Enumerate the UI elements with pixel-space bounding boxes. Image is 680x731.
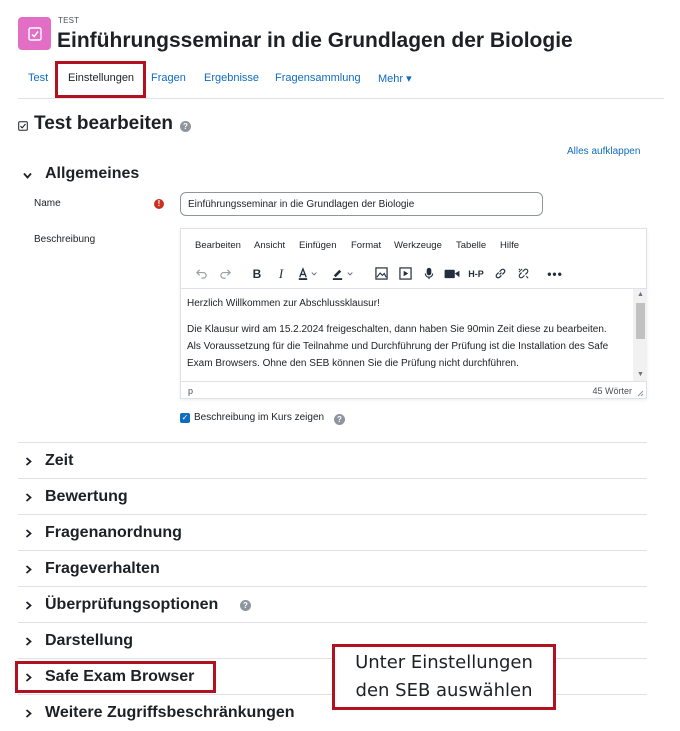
editor-statusbar: p 45 Wörter [181,381,646,399]
divider [18,586,647,587]
expand-all-link[interactable]: Alles aufklappen [567,146,640,157]
help-icon[interactable]: ? [334,414,345,425]
menu-werkzeuge[interactable]: Werkzeuge [394,240,442,251]
name-input[interactable] [180,192,543,216]
show-description-label: Beschreibung im Kurs zeigen [194,412,325,423]
annotation-callout: Unter Einstellungen den SEB auswählen [332,644,556,710]
unlink-icon[interactable] [516,266,530,281]
description-label: Beschreibung [34,234,96,245]
section-header-weitere-zugriffsbeschraenkungen[interactable]: Weitere Zugriffsbeschränkungen [45,704,295,722]
scroll-down-icon[interactable]: ▼ [636,371,645,379]
chevron-right-icon[interactable] [24,529,33,538]
editor-line: Als Voraussetzung für die Teilnahme und … [187,341,609,352]
required-icon: ! [154,199,164,209]
annotation-line: Unter Einstellungen [355,652,533,673]
tab-mehr-dropdown[interactable]: Mehr ▾ [378,72,412,85]
einstellungen-highlight-box [55,61,146,98]
menu-bearbeiten[interactable]: Bearbeiten [195,240,241,251]
record-video-icon[interactable] [443,266,461,281]
annotation-line: den SEB auswählen [355,680,533,701]
tab-test[interactable]: Test [28,72,48,84]
menu-format[interactable]: Format [351,240,381,251]
highlight-color-icon[interactable] [331,266,357,281]
section-header-frageverhalten[interactable]: Frageverhalten [45,560,160,578]
section-title: Test bearbeiten [34,113,174,134]
editor-paragraph-2: Die Klausur wird am 15.2.2024 freigescha… [187,321,627,372]
undo-icon[interactable] [193,266,209,281]
edit-icon [18,121,28,131]
help-icon[interactable]: ? [240,600,251,611]
editor-toolbar: B I H-P ••• [181,259,646,289]
chevron-down-icon[interactable] [23,171,32,180]
element-path[interactable]: p [188,386,193,396]
italic-icon[interactable]: I [275,266,287,281]
chevron-right-icon[interactable] [24,565,33,574]
redo-icon[interactable] [217,266,233,281]
editor-line: Exam Browsers. Ohne den SEB können Sie d… [187,358,519,369]
menu-tabelle[interactable]: Tabelle [456,240,486,251]
quiz-activity-icon [18,17,51,50]
chevron-right-icon[interactable] [24,493,33,502]
edit-check-icon [27,26,42,41]
chevron-right-icon[interactable] [24,637,33,646]
editor-menubar: Bearbeiten Ansicht Einfügen Format Werkz… [181,229,646,259]
tab-fragen[interactable]: Fragen [151,72,186,84]
section-header-bewertung[interactable]: Bewertung [45,488,128,506]
help-icon[interactable]: ? [180,121,191,132]
resize-handle-icon[interactable] [636,389,644,397]
chevron-right-icon[interactable] [24,601,33,610]
editor-content[interactable]: Herzlich Willkommen zur Abschlussklausur… [181,289,633,381]
editor-scrollbar[interactable]: ▲ ▼ [633,289,647,381]
media-icon[interactable] [398,266,412,281]
tab-fragensammlung[interactable]: Fragensammlung [275,72,361,84]
divider [18,478,647,479]
safe-exam-browser-highlight-box [15,661,216,693]
page-title: Einführungsseminar in die Grundlagen der… [57,29,573,52]
menu-einfuegen[interactable]: Einfügen [299,240,337,251]
image-icon[interactable] [374,266,388,281]
bold-icon[interactable]: B [251,266,263,281]
divider [18,442,647,443]
section-header-ueberpruefungsoptionen[interactable]: Überprüfungsoptionen [45,596,218,614]
section-header-allgemeines[interactable]: Allgemeines [45,165,139,183]
more-icon[interactable]: ••• [547,266,562,281]
chevron-right-icon[interactable] [24,457,33,466]
section-header-fragenanordnung[interactable]: Fragenanordnung [45,524,182,542]
editor-paragraph-1: Herzlich Willkommen zur Abschlussklausur… [187,298,380,309]
menu-ansicht[interactable]: Ansicht [254,240,285,251]
scroll-up-icon[interactable]: ▲ [636,291,645,299]
name-label: Name [34,198,61,209]
rich-text-editor: Bearbeiten Ansicht Einfügen Format Werkz… [180,228,647,399]
text-color-icon[interactable] [297,266,321,281]
divider [18,514,647,515]
link-icon[interactable] [493,266,507,281]
show-description-checkbox[interactable]: ✓ [180,413,190,423]
h5p-icon[interactable]: H-P [467,266,485,281]
divider [18,550,647,551]
section-header-darstellung[interactable]: Darstellung [45,632,133,650]
chevron-right-icon[interactable] [24,709,33,718]
record-audio-icon[interactable] [423,266,435,281]
section-header-zeit[interactable]: Zeit [45,452,73,470]
tab-ergebnisse[interactable]: Ergebnisse [204,72,259,84]
scroll-thumb[interactable] [636,303,645,339]
menu-hilfe[interactable]: Hilfe [500,240,519,251]
editor-line: Die Klausur wird am 15.2.2024 freigescha… [187,324,607,335]
divider [18,622,647,623]
word-count[interactable]: 45 Wörter [592,386,632,396]
activity-type-label: TEST [58,16,80,25]
